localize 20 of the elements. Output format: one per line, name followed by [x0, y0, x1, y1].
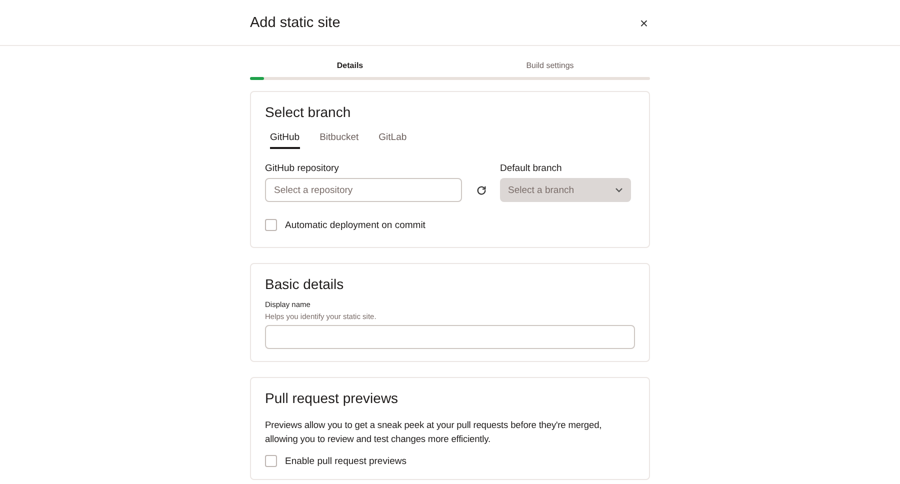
- checkbox[interactable]: [265, 219, 277, 231]
- dialog-title: Add static site: [250, 14, 340, 30]
- card-title: Basic details: [265, 276, 345, 292]
- description-text: Previews allow you to get a sneak peek at your pull requests before they're merged, allowing you to review and test changes more efficiently.: [265, 419, 603, 446]
- field-label: Default branch: [500, 163, 563, 174]
- step-tab[interactable]: Build settings: [450, 61, 650, 70]
- chevron-down-icon: [615, 187, 623, 193]
- provider-tab[interactable]: Bitbucket: [320, 132, 359, 149]
- checkbox[interactable]: [265, 455, 277, 467]
- repository-field[interactable]: Select a repository: [265, 178, 462, 202]
- provider-tab[interactable]: GitHub: [270, 132, 300, 149]
- provider-tab[interactable]: GitLab: [378, 132, 407, 149]
- step-tab[interactable]: Details: [250, 61, 450, 70]
- close-button[interactable]: ×: [638, 14, 650, 30]
- checkbox-label: Automatic deployment on commit: [285, 220, 426, 230]
- checkbox-label: Enable pull request previews: [285, 456, 406, 466]
- card-title: Select branch: [265, 104, 352, 120]
- display-name-field[interactable]: [265, 325, 635, 349]
- field-label: GitHub repository: [265, 163, 340, 174]
- card-title: Pull request previews: [265, 390, 400, 406]
